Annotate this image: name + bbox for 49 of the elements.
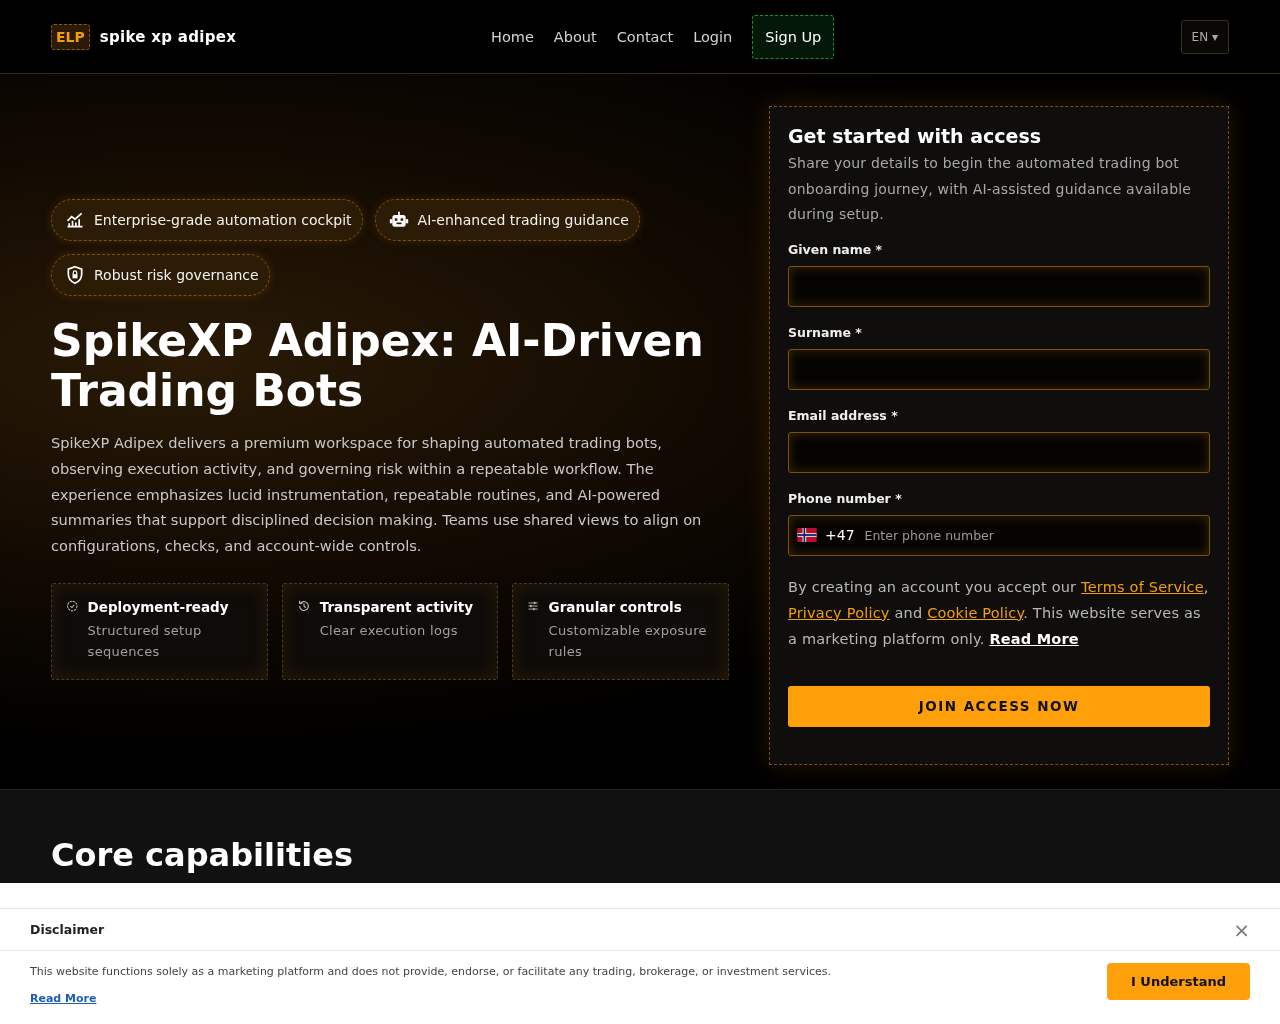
policy-link[interactable]: Cookie Policy (927, 604, 1024, 621)
field-label: Given name * (788, 241, 884, 257)
feature-title: Deployment-ready (87, 599, 230, 615)
badge-label: Robust risk governance (94, 267, 259, 283)
chart-icon (65, 210, 85, 230)
robot-icon (388, 210, 409, 230)
hero-description: SpikeXP Adipex delivers a premium workspace for shaping automated trading bots, observing execution activity, and governing risk within a repeatable workflow. The experience emphasizes lucid instrumentation, repeatable routines, and AI-powered summaries that support disciplined decision making. Teams use shared views to align on configurations, checks, and account-wide controls. (51, 433, 703, 557)
input-field[interactable] (788, 431, 1210, 473)
read-more-link[interactable]: Read More (30, 992, 97, 1005)
feature-text: Clear execution logs (319, 622, 459, 640)
field-label: Email address * (788, 407, 899, 423)
policy-link[interactable]: Terms of Service (1081, 578, 1204, 595)
language-selector[interactable]: EN ▾ (1180, 19, 1229, 54)
badge-check-icon (66, 599, 79, 613)
hero-title: SpikeXP Adipex: AI-Driven Trading Bots (51, 316, 705, 416)
field-label: Phone number * (788, 490, 903, 506)
badge-label: Enterprise-grade automation cockpit (94, 212, 352, 228)
submit-button[interactable]: JOIN ACCESS NOW (788, 685, 1210, 727)
nav-link[interactable]: Home (491, 28, 534, 45)
form-subtitle: Share your details to begin the automated trading bot onboarding journey, with AI-assisted guidance available during setup. (788, 154, 1193, 224)
flag-icon[interactable] (797, 528, 817, 542)
phone-field[interactable]: +47 Enter phone number (788, 514, 1210, 556)
nav-link[interactable]: Login (693, 28, 733, 45)
sliders-icon (527, 599, 540, 613)
sign-up-button[interactable]: Sign Up (752, 14, 835, 59)
input-field[interactable] (788, 265, 1210, 307)
close-button[interactable]: × (1233, 919, 1250, 940)
badge-label: AI-enhanced trading guidance (417, 212, 629, 228)
consent-text: By creating an account you accept our Terms of Service, Privacy Policy and Cookie Policy. This website serves as a marketing platform only. Read More (788, 577, 1210, 649)
section-heading: Core capabilities (51, 836, 354, 874)
feature-title: Granular controls (548, 599, 683, 615)
feature-text: Structured setup sequences (87, 622, 203, 661)
form-title: Get started with access (788, 125, 1043, 147)
disclaimer-text: This website functions solely as a marketing platform and does not provide, endorse, or facilitate any trading, brokerage, or investment services. (30, 965, 831, 978)
phone-number-input[interactable]: Enter phone number (862, 526, 1201, 544)
feature-title: Transparent activity (319, 599, 474, 615)
brand-name[interactable]: spike xp adipex (99, 27, 237, 46)
logo-badge[interactable]: ELP (51, 23, 90, 50)
shield-lock-icon (65, 265, 85, 285)
field-label: Surname * (788, 324, 863, 340)
history-icon (296, 599, 311, 613)
nav-link[interactable]: About (553, 28, 597, 45)
input-field[interactable] (788, 348, 1210, 390)
understand-button[interactable]: I Understand (1107, 963, 1250, 1000)
feature-text: Customizable exposure rules (548, 622, 708, 661)
policy-link[interactable]: Privacy Policy (788, 604, 890, 621)
read-more-link[interactable]: Read More (989, 630, 1079, 647)
disclaimer-title: Disclaimer (30, 922, 105, 937)
nav-link[interactable]: Contact (616, 28, 674, 45)
